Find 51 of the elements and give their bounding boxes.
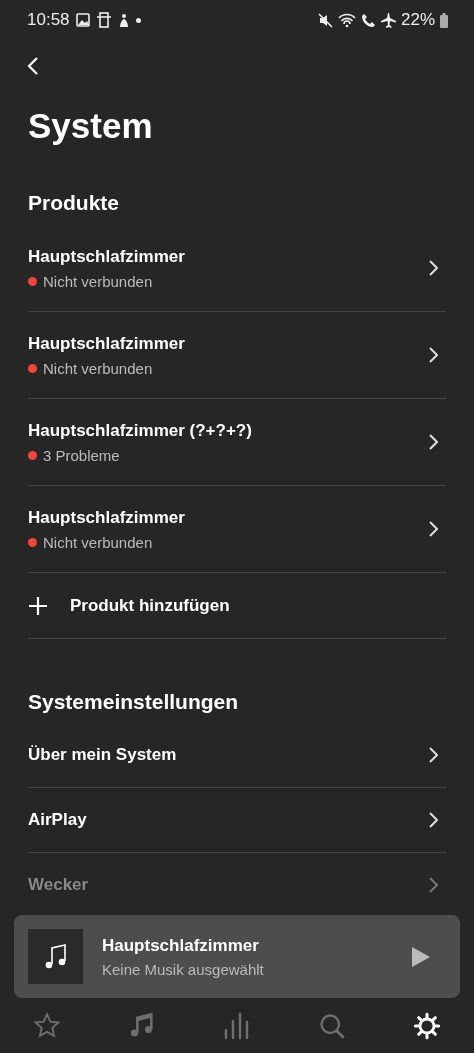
settings-row[interactable]: Über mein System [28, 723, 446, 788]
chevron-right-icon [428, 521, 438, 537]
dot-icon [135, 17, 141, 23]
now-playing-bar[interactable]: Hauptschlafzimmer Keine Musik ausgewählt [14, 915, 460, 998]
settings-row[interactable]: AirPlay [28, 788, 446, 853]
nav-tab[interactable] [412, 1011, 441, 1040]
add-product-row[interactable]: Produkt hinzufügen [28, 573, 446, 639]
airplane-icon [380, 12, 396, 28]
product-row[interactable]: Hauptschlafzimmer (?+?+?) 3 Probleme [28, 399, 446, 486]
star-icon [33, 1011, 62, 1040]
device-icon [95, 12, 112, 28]
wifi-icon [337, 12, 356, 28]
track-info: Keine Musik ausgewählt [102, 960, 265, 978]
settings-label: Über mein System [28, 745, 178, 765]
image-icon [75, 13, 90, 27]
status-text: Nicht verbunden [43, 533, 153, 551]
product-row[interactable]: Hauptschlafzimmer Nicht verbunden [28, 312, 446, 399]
page-title: System [28, 106, 154, 146]
clock-time: 10:58 [27, 10, 70, 30]
chevron-right-icon [428, 877, 438, 893]
product-row[interactable]: Hauptschlafzimmer Nicht verbunden [28, 486, 446, 573]
battery-percentage: 22% [400, 10, 435, 30]
product-row[interactable]: Hauptschlafzimmer Nicht verbunden [28, 225, 446, 312]
status-text: Nicht verbunden [43, 359, 153, 377]
chevron-right-icon [428, 434, 438, 450]
figure-icon [117, 12, 130, 28]
play-icon [412, 946, 430, 967]
chevron-right-icon [428, 260, 438, 276]
status-text: 3 Probleme [43, 446, 120, 464]
battery-icon [440, 12, 448, 28]
settings-icon [412, 1011, 441, 1040]
product-name: Hauptschlafzimmer [28, 333, 186, 354]
settings-label: AirPlay [28, 810, 88, 830]
music-note-icon [43, 943, 68, 970]
status-text: Nicht verbunden [43, 272, 153, 290]
section-heading: Produkte [28, 190, 120, 216]
add-product-label: Produkt hinzufügen [70, 595, 230, 616]
room-name: Hauptschlafzimmer [102, 935, 260, 956]
call-icon [360, 12, 376, 28]
plus-icon [28, 595, 48, 616]
play-button[interactable] [412, 946, 430, 967]
product-name: Hauptschlafzimmer (?+?+?) [28, 420, 253, 441]
mute-icon [317, 12, 333, 28]
section-heading: Systemeinstellungen [28, 689, 240, 715]
product-name: Hauptschlafzimmer [28, 246, 186, 267]
chevron-right-icon [428, 812, 438, 828]
chevron-right-icon [428, 747, 438, 763]
product-name: Hauptschlafzimmer [28, 507, 186, 528]
chevron-right-icon [428, 347, 438, 363]
settings-label: Wecker [28, 875, 90, 895]
search-icon [318, 1011, 347, 1040]
